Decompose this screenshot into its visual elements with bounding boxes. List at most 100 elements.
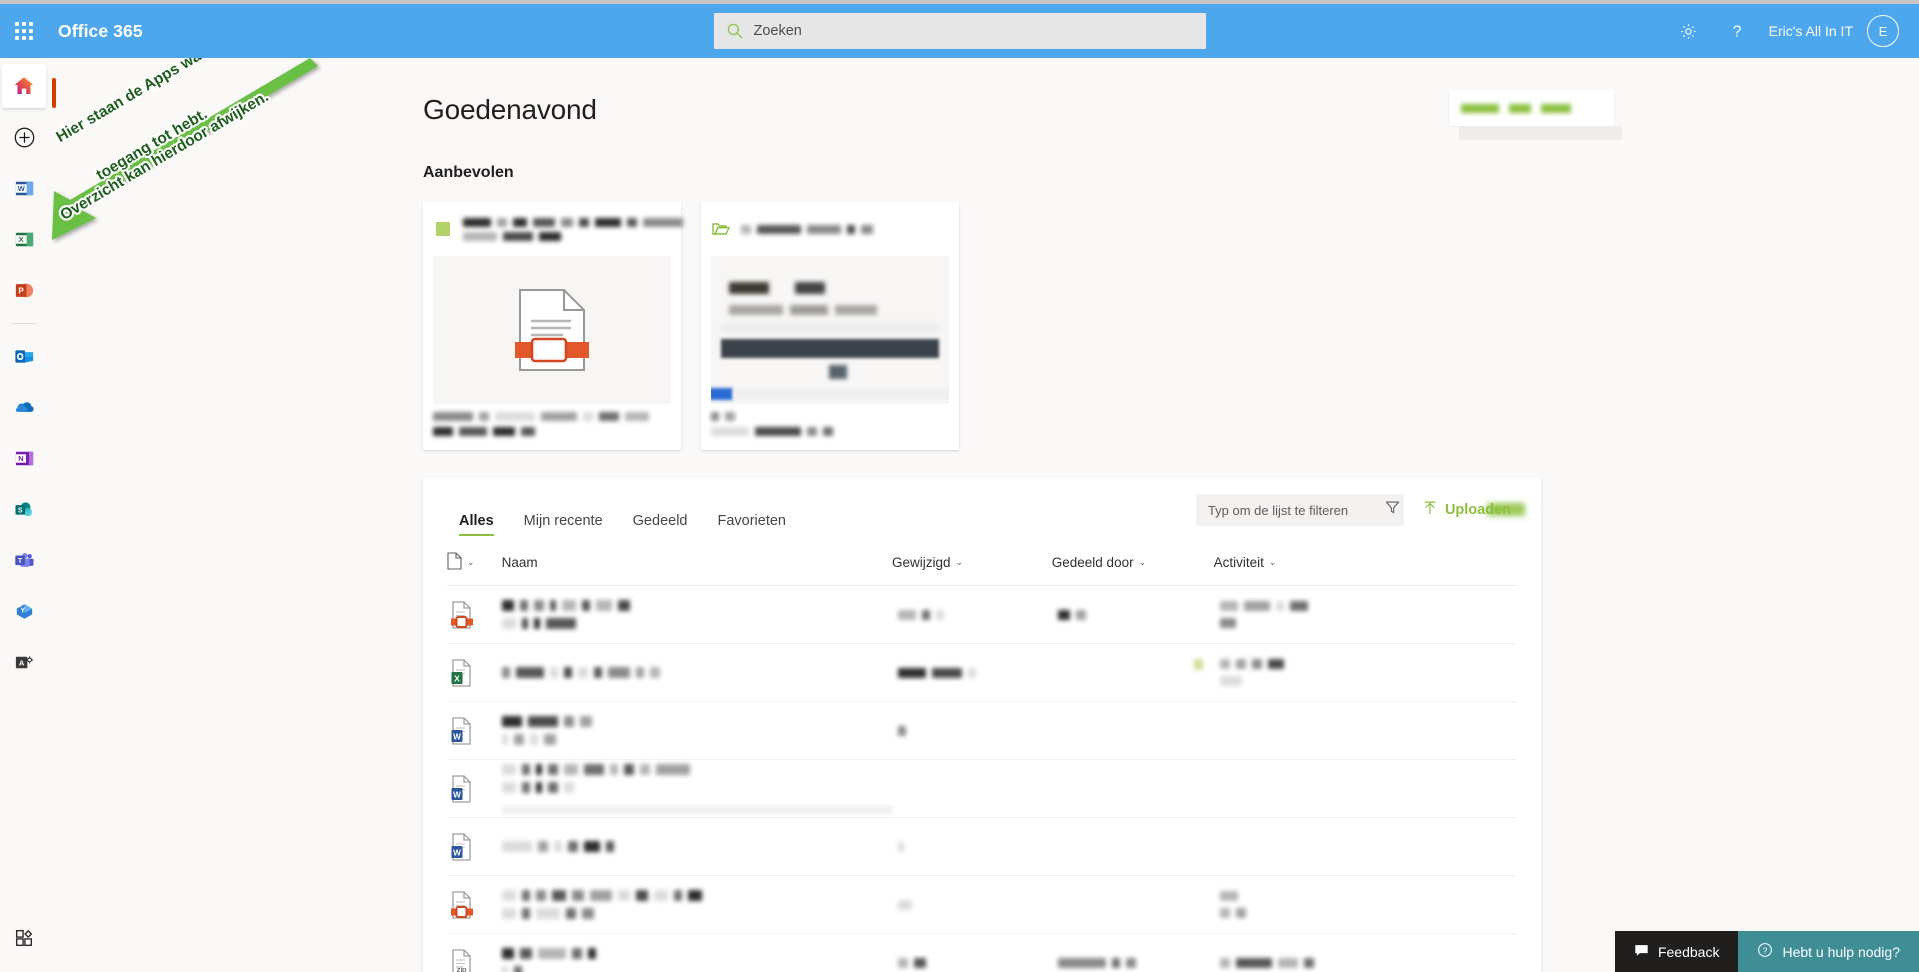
sidebar-item-home[interactable] xyxy=(2,64,56,108)
redacted-block xyxy=(897,667,926,678)
settings-button[interactable] xyxy=(1665,7,1713,55)
tab-mijn-recente[interactable]: Mijn recente xyxy=(512,513,615,542)
redacted-block xyxy=(823,427,833,436)
filter-funnel-icon[interactable] xyxy=(1384,499,1401,521)
column-header-name[interactable]: Naam xyxy=(501,542,892,586)
redacted-block xyxy=(1219,659,1230,669)
redacted-block xyxy=(595,600,612,611)
sidebar-item-admin[interactable]: A xyxy=(2,640,46,684)
file-name-cell[interactable] xyxy=(501,643,892,702)
redacted-block xyxy=(617,600,630,611)
file-icon-cell: W xyxy=(447,701,502,760)
column-header-shared_by[interactable]: Gedeeld door ⌄ xyxy=(1051,542,1214,586)
app-launcher-button[interactable] xyxy=(0,4,48,58)
redacted-block xyxy=(549,667,558,678)
brand-title[interactable]: Office 365 xyxy=(58,21,143,42)
sidebar-item-onedrive[interactable] xyxy=(2,385,46,429)
sidebar-item-teams[interactable]: T xyxy=(2,538,46,582)
widget-link-redacted[interactable] xyxy=(1509,103,1531,113)
avatar[interactable]: E xyxy=(1867,15,1899,47)
redacted-block xyxy=(583,841,600,852)
redacted-block xyxy=(463,231,497,241)
search-box[interactable] xyxy=(713,13,1206,49)
file-name-cell[interactable] xyxy=(501,701,892,760)
redacted-block xyxy=(583,763,604,775)
green-folder-icon xyxy=(711,219,731,239)
table-row[interactable]: W xyxy=(447,759,1517,818)
file-icon-cell: W xyxy=(447,759,502,818)
tab-favorieten[interactable]: Favorieten xyxy=(705,513,798,542)
svg-text:zip: zip xyxy=(457,964,466,972)
powerpoint-icon: P xyxy=(15,283,33,297)
help-button-footer[interactable]: ? Hebt u hulp nodig? xyxy=(1738,931,1919,972)
column-header-inner: ⌄ xyxy=(447,552,502,573)
widget-card[interactable] xyxy=(1449,90,1614,126)
column-header-icon[interactable]: ⌄ xyxy=(447,542,502,586)
column-header-label: Activiteit xyxy=(1213,555,1264,570)
sidebar-item-sharepoint[interactable]: S xyxy=(2,487,46,531)
redacted-block xyxy=(1267,659,1284,669)
file-name-cell[interactable] xyxy=(501,585,892,644)
tab-gedeeld[interactable]: Gedeeld xyxy=(621,513,700,542)
column-header-activity[interactable]: Activiteit ⌄ xyxy=(1213,542,1517,586)
table-row[interactable] xyxy=(447,875,1517,934)
sidebar-item-excel[interactable]: X xyxy=(2,217,46,261)
chevron-down-icon: ⌄ xyxy=(1138,557,1147,567)
redacted-block xyxy=(563,716,574,727)
redacted-block xyxy=(535,908,560,919)
svg-text:S: S xyxy=(17,506,22,514)
table-row[interactable]: zip xyxy=(447,933,1517,972)
filter-input[interactable] xyxy=(1207,502,1384,518)
home-icon xyxy=(15,77,33,94)
feedback-button[interactable]: Feedback xyxy=(1614,931,1739,972)
redacted-block xyxy=(1075,609,1086,620)
redacted-block xyxy=(537,841,548,852)
help-button[interactable]: ? xyxy=(1713,7,1761,55)
account-name[interactable]: Eric's All In IT xyxy=(1761,23,1867,39)
table-row[interactable]: W xyxy=(447,701,1517,760)
rail-divider xyxy=(11,323,37,324)
redacted-block xyxy=(1275,601,1284,611)
excel-icon: X xyxy=(15,232,33,246)
search-input[interactable] xyxy=(753,23,1194,39)
widget-link-redacted[interactable] xyxy=(1541,103,1571,113)
recommended-card[interactable] xyxy=(701,202,959,450)
sidebar-item-word[interactable]: W xyxy=(2,166,46,210)
redacted-block xyxy=(593,667,602,678)
sidebar-item-onenote[interactable]: N xyxy=(2,436,46,480)
redacted-block xyxy=(579,217,589,227)
upload-button[interactable]: Uploaden xyxy=(1422,500,1525,520)
redacted-text-run xyxy=(1219,891,1517,901)
outlook-icon xyxy=(14,349,33,363)
file-name-cell[interactable] xyxy=(501,817,892,876)
file-name-cell[interactable] xyxy=(501,759,892,818)
redacted-text-run xyxy=(711,412,949,421)
svg-text:Y: Y xyxy=(20,606,25,614)
sidebar-item-yammer[interactable]: Y xyxy=(2,589,46,633)
sidebar-item-create[interactable] xyxy=(2,115,46,159)
table-row[interactable]: W xyxy=(447,817,1517,876)
redacted-block xyxy=(1235,908,1246,918)
column-header-modified[interactable]: Gewijzigd ⌄ xyxy=(891,542,1052,586)
tab-alles[interactable]: Alles xyxy=(447,513,506,542)
filter-box[interactable] xyxy=(1195,494,1404,526)
table-row[interactable]: X xyxy=(447,643,1517,702)
redacted-block xyxy=(625,412,649,421)
sidebar-item-powerpoint[interactable]: P xyxy=(2,268,46,312)
file-name-cell[interactable] xyxy=(501,875,892,934)
redacted-text-run xyxy=(1219,659,1517,669)
table-row[interactable] xyxy=(447,585,1517,644)
activity-cell xyxy=(1213,875,1517,934)
plus-circle-icon xyxy=(14,127,34,147)
widget-link-redacted[interactable] xyxy=(1461,103,1499,113)
sidebar-item-outlook[interactable] xyxy=(2,334,46,378)
recommended-card[interactable] xyxy=(423,202,683,450)
redacted-text-run xyxy=(711,427,949,436)
upload-label-blur xyxy=(1487,503,1525,516)
redacted-block xyxy=(711,427,749,436)
redacted-block xyxy=(459,427,487,436)
redacted-block xyxy=(433,412,473,421)
file-name-cell[interactable] xyxy=(501,933,892,972)
redacted-block xyxy=(607,667,630,678)
sidebar-item-all-apps[interactable] xyxy=(2,916,46,960)
